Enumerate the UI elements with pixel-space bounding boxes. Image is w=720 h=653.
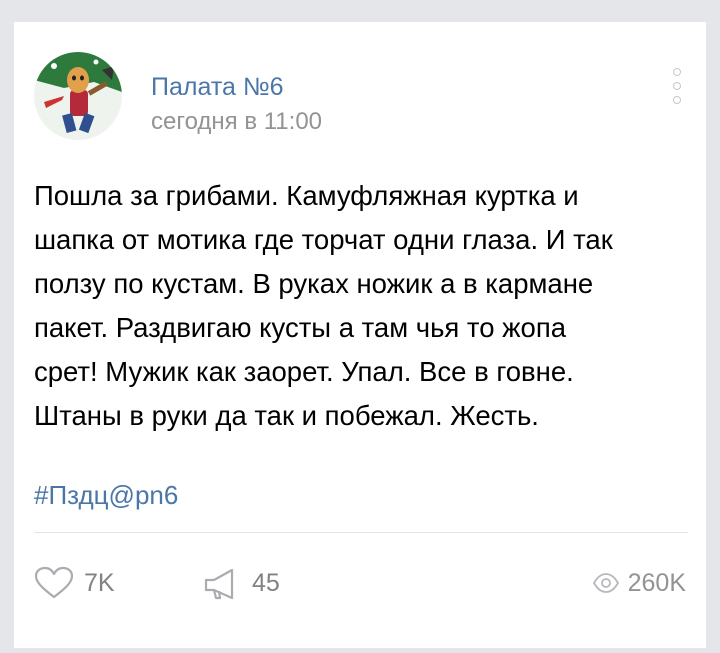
post-text-line: пакет. Раздвигаю кусты а там чья то жопа <box>34 312 567 343</box>
group-name[interactable]: Палата №6 <box>151 72 284 102</box>
views-counter: 260K <box>592 565 686 601</box>
post-text: Пошла за грибами. Камуфляжная куртка и ш… <box>34 174 694 438</box>
hashtag-link[interactable]: #Пздц@pn6 <box>34 477 178 513</box>
post-text-line: срет! Мужик как заорет. Упал. Все в говн… <box>34 356 574 387</box>
post-text-line: Пошла за грибами. Камуфляжная куртка и <box>34 180 579 211</box>
heart-outline-icon <box>34 566 74 599</box>
divider <box>34 532 688 533</box>
group-avatar[interactable] <box>34 52 122 140</box>
avatar-illustration <box>34 52 122 140</box>
like-count: 7K <box>84 568 115 597</box>
share-button[interactable]: 45 <box>202 565 280 601</box>
post-time[interactable]: сегодня в 11:00 <box>151 107 322 137</box>
post-text-line: ползу по кустам. В руках ножик а в карма… <box>34 268 594 299</box>
megaphone-icon <box>204 568 234 600</box>
more-vertical-icon[interactable] <box>670 62 684 118</box>
post-card: Палата №6 сегодня в 11:00 Пошла за гриба… <box>14 22 706 648</box>
like-button[interactable]: 7K <box>34 565 115 601</box>
view-count: 260K <box>627 568 686 597</box>
post-text-line: Штаны в руки да так и побежал. Жесть. <box>34 400 539 431</box>
post-text-line: шапка от мотика где торчат одни глаза. И… <box>34 224 613 255</box>
eye-icon <box>592 573 619 593</box>
repost-count: 45 <box>252 568 280 597</box>
